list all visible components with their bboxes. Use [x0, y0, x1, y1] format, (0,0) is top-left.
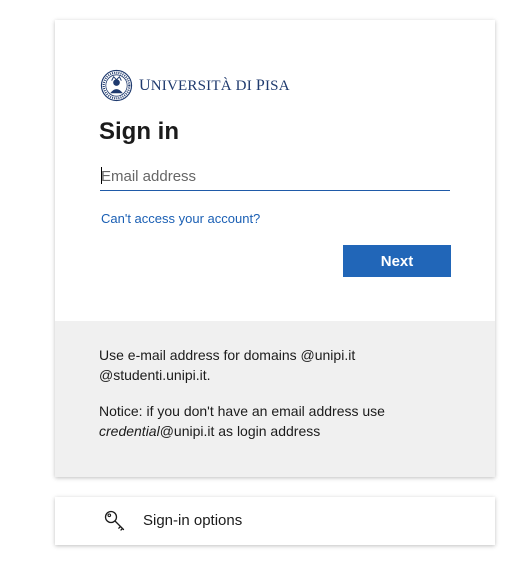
key-icon — [104, 510, 125, 531]
sign-in-card: UNIVERSITÀ DI PISA Sign in Can't access … — [55, 20, 495, 477]
sign-in-options-label: Sign-in options — [143, 512, 243, 529]
next-button[interactable]: Next — [343, 245, 451, 277]
notice-panel: Use e-mail address for domains @unipi.it… — [55, 321, 495, 477]
brand-logo: UNIVERSITÀ DI PISA — [100, 69, 290, 102]
sign-in-form: UNIVERSITÀ DI PISA Sign in Can't access … — [55, 20, 495, 321]
university-seal-icon — [100, 69, 133, 102]
text-caret — [101, 167, 102, 184]
login-notice-text: Notice: if you don't have an email addre… — [99, 403, 385, 439]
email-field[interactable] — [100, 162, 450, 191]
cant-access-account-link[interactable]: Can't access your account? — [101, 211, 260, 226]
domain-notice-text: Use e-mail address for domains @unipi.it… — [99, 347, 356, 383]
brand-name: UNIVERSITÀ DI PISA — [139, 76, 290, 94]
page-title: Sign in — [99, 118, 179, 145]
sign-in-options-button[interactable]: Sign-in options — [55, 497, 495, 545]
